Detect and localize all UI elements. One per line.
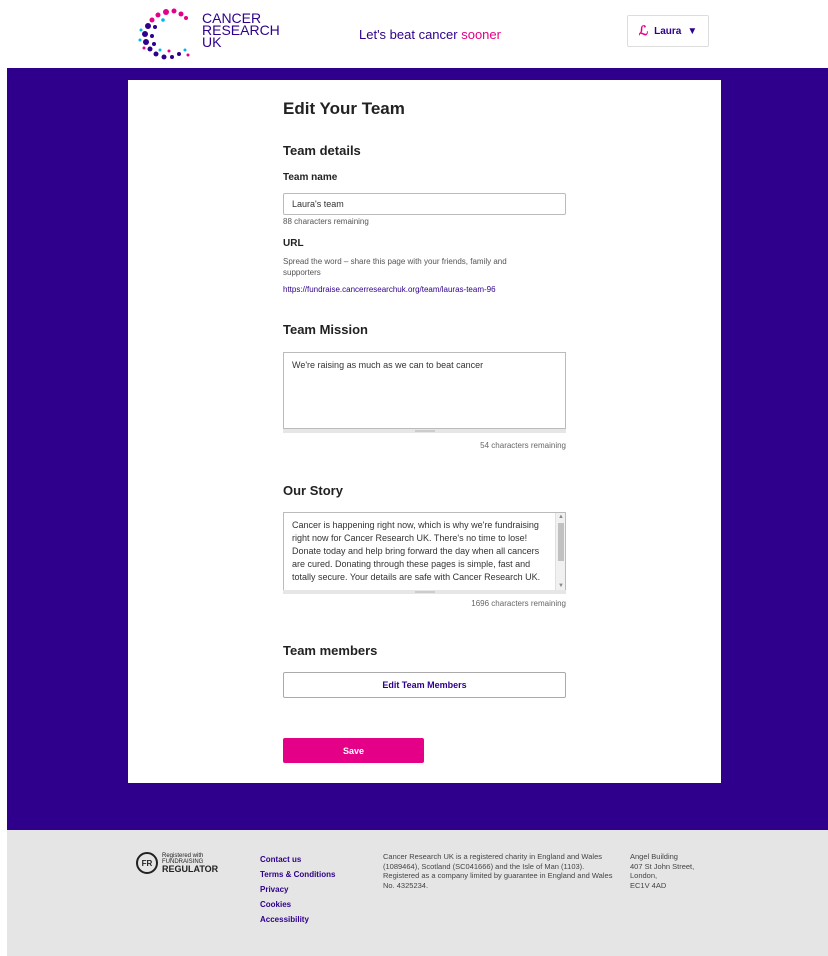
- logo-c-mark-icon: [138, 8, 190, 60]
- edit-team-members-button[interactable]: Edit Team Members: [283, 672, 566, 698]
- fr-big-text: REGULATOR: [162, 863, 219, 874]
- footer-link-accessibility[interactable]: Accessibility: [260, 912, 335, 927]
- address-line: EC1V 4AD: [630, 880, 667, 890]
- fr-wordmark: Registered with FUNDRAISING REGULATOR: [162, 853, 218, 874]
- team-name-input[interactable]: Laura's team: [283, 193, 566, 215]
- tagline-main: Let's beat cancer: [359, 27, 462, 42]
- footer-link-privacy[interactable]: Privacy: [260, 882, 335, 897]
- scrollbar-thumb[interactable]: [558, 523, 564, 561]
- site-footer: [7, 830, 828, 956]
- footer-link-contact[interactable]: Contact us: [260, 852, 335, 867]
- fr-badge-icon: FR: [136, 852, 158, 874]
- team-url-link[interactable]: https://fundraise.cancerresearchuk.org/t…: [283, 285, 496, 294]
- charity-registration-text: Cancer Research UK is a registered chari…: [383, 852, 613, 890]
- save-button[interactable]: Save: [283, 738, 424, 763]
- address-line: 407 St John Street,: [630, 861, 695, 871]
- fundraising-regulator-logo[interactable]: FR Registered with FUNDRAISING REGULATOR: [136, 852, 218, 874]
- user-name: Laura: [654, 25, 682, 37]
- footer-address: Angel Building 407 St John Street, Londo…: [630, 852, 720, 890]
- story-remaining: 1696 characters remaining: [471, 599, 566, 608]
- story-scrollbar[interactable]: ▲ ▼: [555, 513, 565, 590]
- scroll-down-icon[interactable]: ▼: [558, 583, 564, 589]
- tagline: Let's beat cancer sooner: [359, 27, 501, 42]
- footer-link-cookies[interactable]: Cookies: [260, 897, 335, 912]
- our-story-heading: Our Story: [283, 483, 343, 498]
- team-name-remaining: 88 characters remaining: [283, 217, 369, 226]
- user-icon: ℒ: [638, 23, 649, 38]
- mission-resize-handle[interactable]: [283, 429, 566, 433]
- logo-wordmark: CANCER RESEARCH UK: [202, 11, 280, 49]
- user-menu-button[interactable]: ℒ Laura ▼: [627, 15, 709, 47]
- cancer-research-uk-logo[interactable]: CANCER RESEARCH UK: [136, 6, 286, 62]
- page-title: Edit Your Team: [283, 99, 405, 118]
- address-line: Angel Building: [630, 852, 678, 861]
- team-mission-heading: Team Mission: [283, 322, 369, 337]
- scroll-up-icon[interactable]: ▲: [558, 514, 564, 520]
- team-mission-textarea[interactable]: We're raising as much as we can to beat …: [283, 352, 566, 429]
- story-resize-handle[interactable]: [283, 590, 566, 594]
- our-story-textarea[interactable]: Cancer is happening right now, which is …: [283, 512, 566, 591]
- tagline-accent: sooner: [461, 27, 501, 42]
- address-line: London,: [630, 871, 658, 881]
- team-members-heading: Team members: [283, 643, 378, 658]
- footer-links: Contact us Terms & Conditions Privacy Co…: [260, 852, 335, 927]
- team-details-heading: Team details: [283, 143, 361, 158]
- mission-remaining: 54 characters remaining: [480, 441, 566, 450]
- chevron-down-icon: ▼: [687, 25, 698, 37]
- url-help-text: Spread the word – share this page with y…: [283, 257, 507, 277]
- team-name-label: Team name: [283, 172, 338, 183]
- site-header: CANCER RESEARCH UK Let's beat cancer soo…: [0, 0, 828, 68]
- url-label: URL: [283, 238, 304, 249]
- footer-link-terms[interactable]: Terms & Conditions: [260, 867, 335, 882]
